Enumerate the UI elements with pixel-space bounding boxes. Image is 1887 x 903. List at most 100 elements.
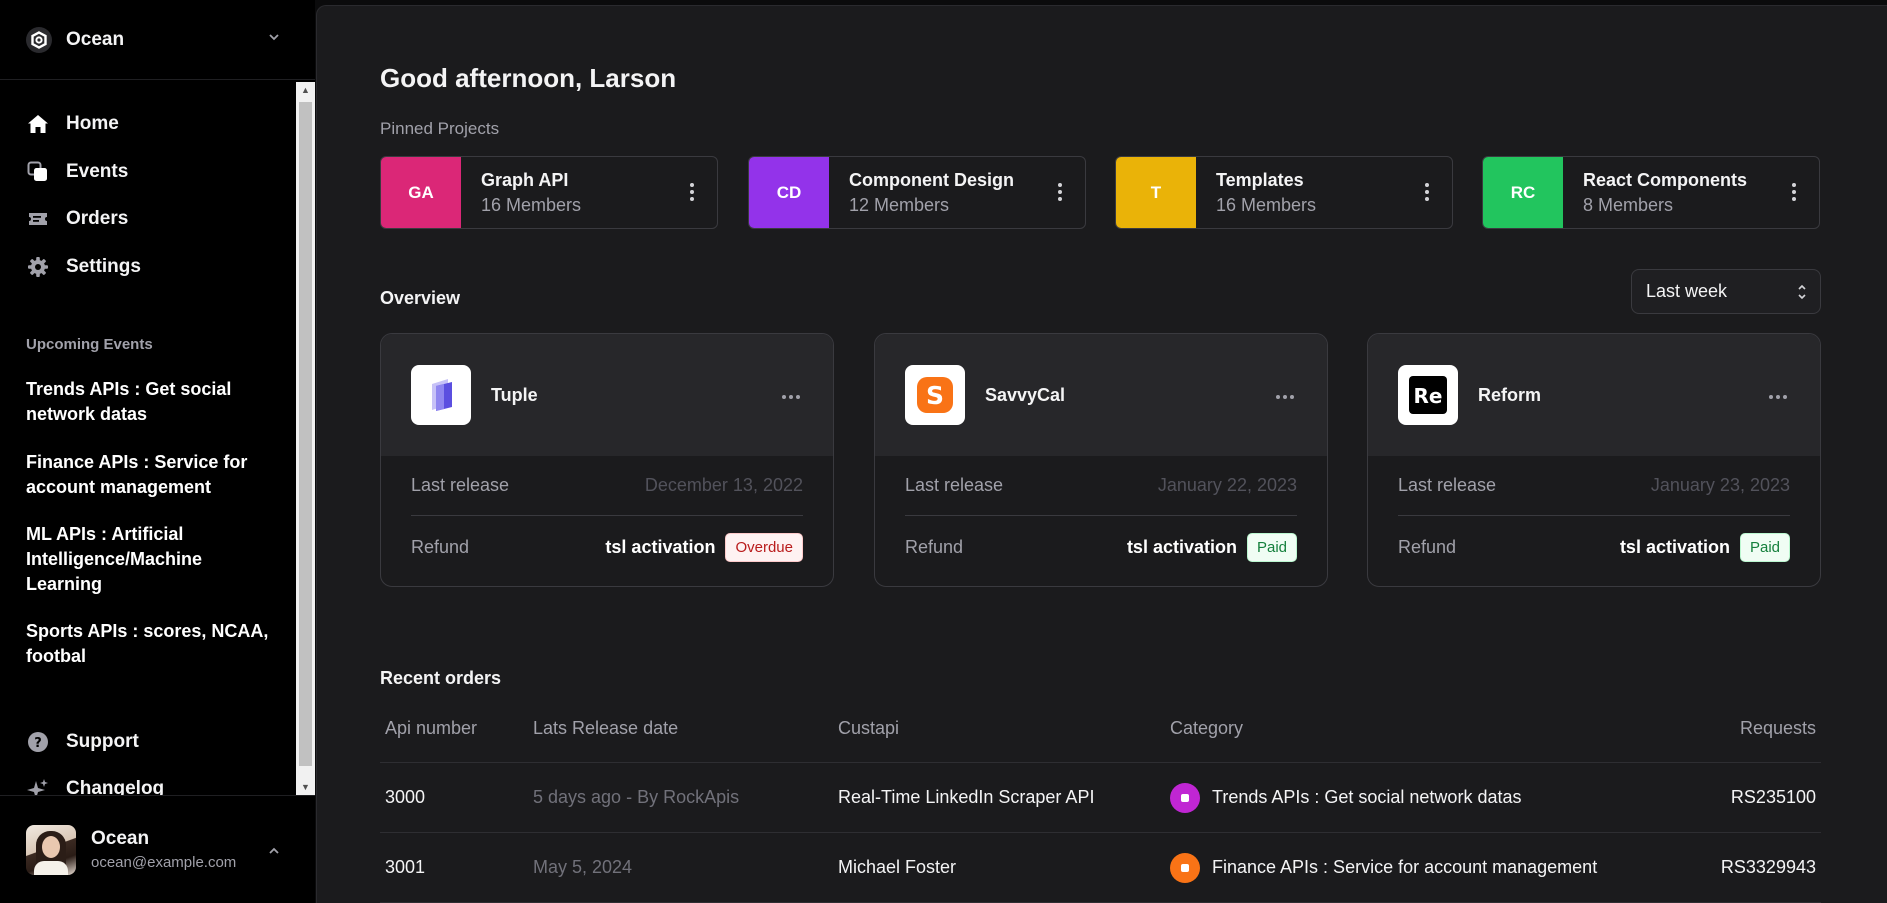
upcoming-event-link[interactable]: ML APIs : Artificial Intelligence/Machin…	[26, 522, 276, 597]
category-label: Finance APIs : Service for account manag…	[1212, 857, 1598, 877]
custapi-cell: Real-Time LinkedIn Scraper API	[838, 787, 1095, 807]
last-release-label: Last release	[905, 475, 1004, 495]
category-icon	[1170, 852, 1200, 883]
sidebar-item-label: Settings	[66, 256, 141, 277]
sidebar-item-settings[interactable]: Settings	[26, 252, 141, 282]
project-members: 12 Members	[849, 195, 950, 215]
requests-cell: RS235100	[1730, 787, 1816, 807]
refund-label: Refund	[411, 536, 470, 557]
project-members: 16 Members	[481, 195, 582, 215]
more-vertical-icon[interactable]	[1424, 181, 1430, 208]
release-date-cell: 5 days ago - By RockApis	[533, 787, 740, 807]
user-menu[interactable]: Ocean ocean@example.com	[0, 795, 315, 903]
upcoming-event-link[interactable]: Sports APIs : scores, NCAA, footbal	[26, 619, 276, 669]
pinned-project-card[interactable]: T Templates 16 Members	[1115, 156, 1453, 229]
last-release-label: Last release	[1398, 475, 1497, 495]
project-initials: RC	[1483, 157, 1563, 228]
project-name: Component Design	[849, 170, 1014, 190]
pinned-project-card[interactable]: CD Component Design 12 Members	[748, 156, 1086, 229]
sidebar-scroll-area: Home Events Orders Settings Upcoming Eve…	[0, 82, 295, 795]
sidebar: Ocean Home Events Orders Settings Upcomi…	[0, 0, 315, 903]
sidebar-item-label: Changelog	[66, 778, 165, 795]
sidebar-item-orders[interactable]: Orders	[26, 204, 128, 234]
sidebar-item-label: Support	[66, 731, 139, 752]
overview-card: Tuple Last release December 13, 2022 Ref…	[380, 333, 834, 587]
pinned-project-card[interactable]: GA Graph API 16 Members	[380, 156, 718, 229]
refund-value: tsl activation	[1126, 536, 1237, 557]
sidebar-item-changelog[interactable]: Changelog	[26, 774, 164, 795]
more-horizontal-icon[interactable]	[1768, 387, 1788, 405]
scroll-down-arrow-icon[interactable]: ▼	[296, 779, 315, 795]
chevron-down-icon	[267, 30, 281, 49]
status-badge: Paid	[1739, 532, 1790, 562]
column-header: Api number	[385, 718, 478, 738]
period-select-value: Last week	[1646, 281, 1728, 301]
status-badge: Overdue	[725, 532, 803, 562]
sidebar-item-support[interactable]: ? Support	[26, 727, 139, 757]
ticket-icon	[26, 207, 50, 231]
category-label: Trends APIs : Get social network datas	[1212, 787, 1522, 807]
column-header: Lats Release date	[533, 718, 679, 738]
team-switcher[interactable]: Ocean	[0, 0, 315, 80]
upcoming-event-link[interactable]: Trends APIs : Get social network datas	[26, 377, 276, 427]
column-header: Custapi	[838, 718, 900, 738]
orders-table: Api number Lats Release date Custapi Cat…	[380, 718, 1821, 903]
sidebar-item-label: Events	[66, 161, 129, 182]
api-number-cell: 3001	[385, 857, 426, 877]
sidebar-item-events[interactable]: Events	[26, 157, 128, 187]
page-title: Good afternoon, Larson	[380, 63, 677, 93]
reform-logo-icon: Re	[1398, 365, 1458, 425]
overview-card: Re Reform Last release January 23, 2023 …	[1367, 333, 1821, 587]
savvycal-logo-icon: S	[905, 365, 965, 425]
sidebar-item-home[interactable]: Home	[26, 109, 119, 139]
project-initials: T	[1116, 157, 1196, 228]
avatar	[26, 824, 76, 875]
home-icon	[26, 112, 50, 136]
question-icon: ?	[26, 730, 50, 754]
category-icon	[1170, 782, 1200, 813]
period-select[interactable]: Last week	[1631, 269, 1821, 314]
user-name: Ocean	[91, 828, 150, 849]
sidebar-item-label: Orders	[66, 208, 129, 229]
project-initials: GA	[381, 157, 461, 228]
more-horizontal-icon[interactable]	[781, 387, 801, 405]
last-release-date: January 23, 2023	[1650, 475, 1790, 495]
refund-label: Refund	[1398, 536, 1457, 557]
column-header: Requests	[1739, 718, 1816, 738]
requests-cell: RS3329943	[1720, 857, 1816, 877]
column-header: Category	[1170, 718, 1244, 738]
app-root: Ocean Home Events Orders Settings Upcomi…	[0, 0, 1887, 903]
category-cell: Finance APIs : Service for account manag…	[1170, 833, 1597, 902]
svg-text:S: S	[926, 381, 944, 410]
company-name: Reform	[1478, 384, 1542, 405]
chevron-up-icon	[267, 844, 281, 863]
refund-label: Refund	[905, 536, 964, 557]
table-row[interactable]: 3000 5 days ago - By RockApis Real-Time …	[380, 763, 1821, 833]
pinned-project-card[interactable]: RC React Components 8 Members	[1482, 156, 1820, 229]
svg-text:?: ?	[34, 736, 42, 751]
scrollbar-thumb[interactable]	[299, 102, 312, 766]
more-vertical-icon[interactable]	[1791, 181, 1797, 208]
project-name: React Components	[1583, 170, 1748, 190]
last-release-label: Last release	[411, 475, 510, 495]
company-name: Tuple	[491, 384, 538, 405]
scroll-up-arrow-icon[interactable]: ▲	[296, 82, 315, 98]
category-cell: Trends APIs : Get social network datas	[1170, 763, 1521, 832]
project-members: 8 Members	[1583, 195, 1674, 215]
table-row[interactable]: 3001 May 5, 2024 Michael Foster Finance …	[380, 833, 1821, 903]
more-vertical-icon[interactable]	[689, 181, 695, 208]
status-badge: Paid	[1246, 532, 1297, 562]
sidebar-item-label: Home	[66, 113, 119, 134]
more-horizontal-icon[interactable]	[1275, 387, 1295, 405]
svg-text:Re: Re	[1414, 384, 1443, 408]
pinned-projects-heading: Pinned Projects	[380, 119, 500, 138]
recent-orders-heading: Recent orders	[380, 668, 502, 688]
table-header-row: Api number Lats Release date Custapi Cat…	[380, 718, 1821, 763]
overview-card: S SavvyCal Last release January 22, 2023…	[874, 333, 1328, 587]
upcoming-events-heading: Upcoming Events	[26, 336, 153, 353]
project-members: 16 Members	[1216, 195, 1317, 215]
upcoming-event-link[interactable]: Finance APIs : Service for account manag…	[26, 450, 276, 500]
more-vertical-icon[interactable]	[1057, 181, 1063, 208]
sidebar-scrollbar[interactable]: ▲ ▼	[296, 82, 315, 795]
release-date-cell: May 5, 2024	[533, 857, 633, 877]
